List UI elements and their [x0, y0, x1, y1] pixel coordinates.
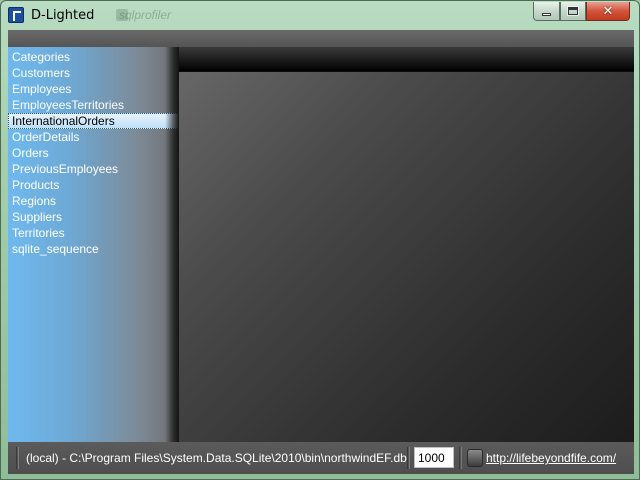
close-button[interactable]: ✕: [586, 2, 630, 21]
database-icon[interactable]: [467, 449, 483, 467]
table-list: Categories Customers Employees EmployeesTer…: [8, 49, 179, 257]
connection-path: (local) - C:\Program Files\System.Data.S…: [26, 451, 407, 465]
table-item[interactable]: OrderDetails: [8, 129, 179, 145]
client-area: Categories Customers Employees EmployeesTer…: [8, 30, 634, 474]
title-bar[interactable]: D-Lighted sqlprofiler ✕: [1, 1, 639, 31]
status-bar: (local) - C:\Program Files\System.Data.S…: [8, 442, 634, 474]
table-item[interactable]: EmployeesTerritories: [8, 97, 179, 113]
background-window-title: sqlprofiler: [119, 8, 172, 22]
results-header: [179, 47, 634, 72]
table-item[interactable]: PreviousEmployees: [8, 161, 179, 177]
table-sidebar: Categories Customers Employees EmployeesTer…: [8, 47, 179, 442]
table-item[interactable]: Products: [8, 177, 179, 193]
maximize-icon: [568, 7, 578, 15]
row-limit-input[interactable]: [414, 447, 454, 468]
sidebar-splitter[interactable]: [165, 47, 179, 442]
table-item[interactable]: Orders: [8, 145, 179, 161]
close-icon: ✕: [602, 3, 614, 19]
table-item[interactable]: Categories: [8, 49, 179, 65]
app-window: D-Lighted sqlprofiler ✕ Categories Custom…: [0, 0, 640, 480]
table-item[interactable]: Customers: [8, 65, 179, 81]
table-item[interactable]: Suppliers: [8, 209, 179, 225]
minimize-button[interactable]: [533, 2, 560, 21]
status-separator: [459, 447, 462, 469]
table-item[interactable]: InternationalOrders: [8, 113, 179, 129]
website-link[interactable]: http://lifebeyondfife.com/: [486, 451, 616, 465]
status-separator: [16, 447, 19, 469]
status-separator: [407, 447, 410, 469]
maximize-button[interactable]: [560, 2, 586, 21]
minimize-icon: [542, 12, 551, 16]
table-item[interactable]: Territories: [8, 225, 179, 241]
top-strip: [8, 30, 634, 47]
table-item[interactable]: Employees: [8, 81, 179, 97]
table-item[interactable]: Regions: [8, 193, 179, 209]
app-icon: [8, 7, 24, 23]
results-pane: [179, 47, 634, 442]
table-item[interactable]: sqlite_sequence: [8, 241, 179, 257]
window-title: D-Lighted: [31, 8, 95, 23]
